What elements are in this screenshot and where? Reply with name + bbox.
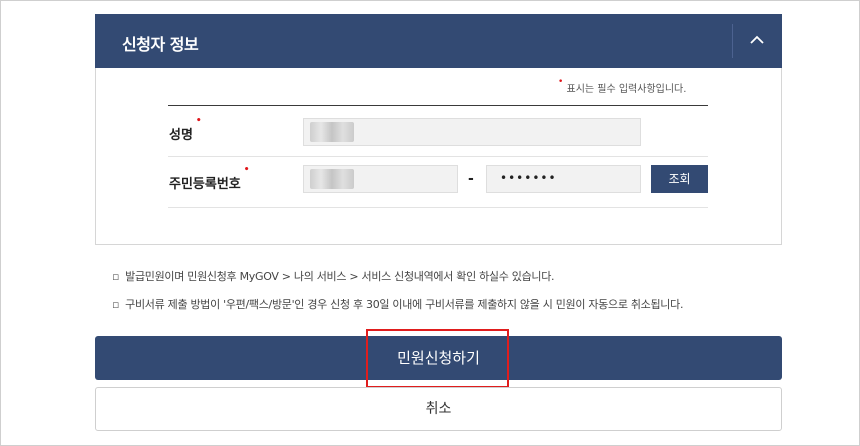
bullet-icon: ▫: [112, 298, 120, 311]
required-marker: •: [558, 77, 564, 87]
lookup-button[interactable]: 조회: [651, 165, 708, 193]
highlight-box: [366, 329, 509, 388]
redacted-rrn-front: [310, 169, 354, 189]
name-label: 성명 •: [169, 116, 202, 143]
cancel-button[interactable]: 취소: [95, 387, 782, 431]
notice-text: 구비서류 제출 방법이 '우편/팩스/방문'인 경우 신청 후 30일 이내에 …: [125, 298, 684, 311]
required-note: • 표시는 필수 입력사항입니다.: [558, 77, 687, 95]
redacted-name: [310, 122, 354, 142]
rrn-label-text: 주민등록번호: [169, 177, 241, 192]
rrn-separator: -: [468, 171, 474, 187]
section-title: 신청자 정보: [122, 35, 199, 54]
required-note-text: 표시는 필수 입력사항입니다.: [566, 84, 687, 95]
form-bottom-divider: [168, 207, 708, 208]
form-row-divider: [168, 156, 708, 157]
notice-text: 발급민원이며 민원신청후 MyGOV > 나의 서비스 > 서비스 신청내역에서…: [125, 270, 555, 283]
notice-item: ▫ 구비서류 제출 방법이 '우편/팩스/방문'인 경우 신청 후 30일 이내에…: [112, 296, 683, 312]
name-field[interactable]: [303, 118, 641, 146]
rrn-label: 주민등록번호 •: [169, 165, 250, 192]
form-top-divider: [168, 105, 708, 106]
required-marker: •: [195, 116, 202, 126]
bullet-icon: ▫: [112, 270, 120, 283]
notice-item: ▫ 발급민원이며 민원신청후 MyGOV > 나의 서비스 > 서비스 신청내역에…: [112, 268, 683, 284]
notice-list: ▫ 발급민원이며 민원신청후 MyGOV > 나의 서비스 > 서비스 신청내역에…: [112, 268, 683, 324]
rrn-back-masked-value: •••••••: [500, 171, 557, 185]
chevron-up-icon: [750, 35, 764, 44]
section-header: 신청자 정보: [95, 14, 782, 68]
collapse-button[interactable]: [732, 24, 782, 58]
name-label-text: 성명: [169, 128, 193, 143]
required-marker: •: [243, 165, 250, 175]
rrn-front-field[interactable]: [303, 165, 458, 193]
rrn-back-field[interactable]: •••••••: [486, 165, 641, 193]
